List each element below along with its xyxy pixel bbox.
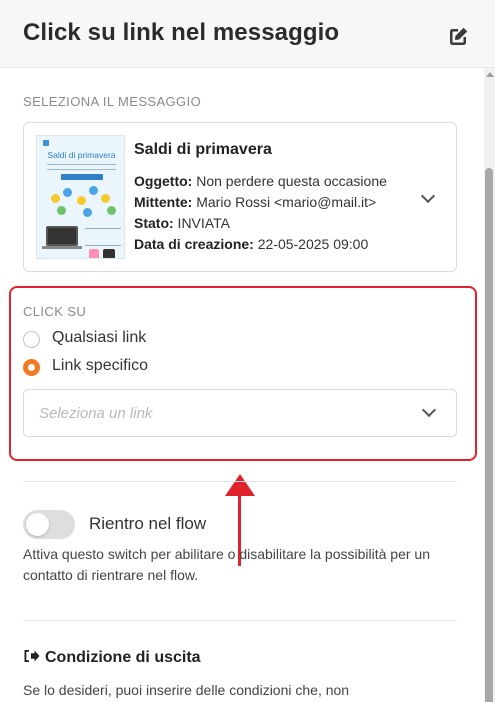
thumbnail-product-pink [89,249,99,258]
laptop-image [46,226,78,246]
exit-condition-title-text: Condizione di uscita [45,649,201,666]
thumbnail-logo [43,140,51,146]
reentry-help-text: Attiva questo switch per abilitare o dis… [23,546,430,583]
reentry-toggle[interactable] [23,510,75,539]
flower-icon [77,196,86,205]
created-value: 22-05-2025 09:00 [253,236,369,252]
status-value: INVIATA [173,215,230,231]
thumbnail-title: Saldi di primavera [47,150,116,160]
reentry-toggle-knob[interactable] [26,513,49,536]
message-title: Saldi di primavera [134,141,272,158]
flower-icon [51,194,60,203]
radio-any-link[interactable]: Qualsiasi link [23,329,223,349]
sign-out-icon [24,650,40,662]
divider [23,481,457,482]
sender-value: Mario Rossi <mario@mail.it> [192,194,377,210]
radio-specific-link-circle[interactable] [23,359,40,376]
message-thumbnail: Saldi di primavera [36,135,125,259]
flower-icon [107,206,116,215]
radio-specific-link-label: Link specifico [52,357,149,374]
radio-any-link-circle[interactable] [23,331,40,348]
thumbnail-text-lines [47,164,116,170]
subject-value: Non perdere questa occasione [192,173,387,189]
message-status: Stato: INVIATA [134,215,390,231]
thumbnail-product-dark [103,249,115,258]
sender-label: Mittente: [134,194,193,210]
message-section-label: SELEZIONA IL MESSAGGIO [23,94,202,109]
status-label: Stato: [134,215,174,231]
subject-label: Oggetto: [134,173,193,189]
chevron-down-icon[interactable] [420,188,436,204]
thumbnail-button [61,174,103,180]
message-select-card[interactable]: Saldi di primavera Saldi di primavera Og… [23,122,457,272]
edit-icon[interactable] [446,25,470,49]
scrollbar-thumb[interactable] [485,168,493,702]
click-section-label: CLICK SU [23,304,87,319]
reentry-label: Rientro nel flow [89,514,207,533]
scroll-up-icon[interactable] [486,72,494,77]
flower-icon [83,208,92,217]
exit-condition-text: Se lo desideri, puoi inserire delle cond… [23,682,350,698]
thumbnail-product-text [85,228,121,246]
created-label: Data di creazione: [134,236,254,252]
flower-icon [63,188,72,197]
flower-icon [57,206,66,215]
link-select[interactable]: Seleziona un link [23,389,457,437]
message-created-date: Data di creazione: 22-05-2025 09:00 [134,236,390,252]
flower-icon [89,186,98,195]
chevron-down-icon[interactable] [421,402,437,418]
radio-specific-link[interactable]: Link specifico [23,357,223,377]
exit-condition-title: Condizione di uscita [23,649,201,667]
laptop-base [42,246,82,249]
link-select-placeholder: Seleziona un link [39,405,153,422]
message-sender: Mittente: Mario Rossi <mario@mail.it> [134,194,390,210]
flower-icon [101,194,110,203]
panel-header: Click su link nel messaggio [0,0,495,68]
panel-title: Click su link nel messaggio [23,19,340,46]
divider [23,620,457,621]
message-subject: Oggetto: Non perdere questa occasione [134,173,390,189]
radio-any-link-label: Qualsiasi link [52,329,147,346]
